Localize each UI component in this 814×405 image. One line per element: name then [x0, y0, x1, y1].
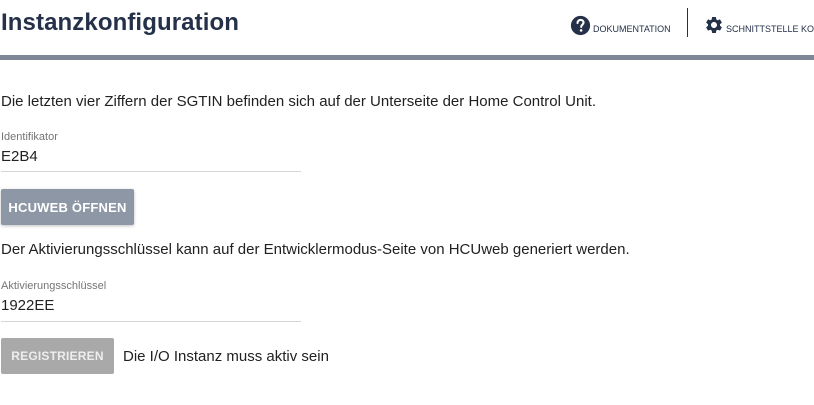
activation-key-label: Aktivierungsschlüssel — [1, 280, 107, 292]
help-circle-icon — [570, 15, 591, 35]
documentation-label: DOKUMENTATION — [593, 24, 671, 34]
sgtin-info-text: Die letzten vier Ziffern der SGTIN befin… — [1, 93, 596, 110]
activation-key-input[interactable]: 1922EE — [1, 297, 301, 315]
activation-info-text: Der Aktivierungsschlüssel kann auf der E… — [1, 241, 630, 258]
identifier-label: Identifikator — [1, 131, 58, 143]
activation-key-underline — [1, 321, 301, 322]
page-title: Instanzkonfiguration — [1, 9, 239, 36]
header-divider — [687, 8, 688, 37]
identifier-input[interactable]: E2B4 — [1, 148, 301, 166]
interface-config-label: SCHNITTSTELLE KO — [726, 24, 814, 34]
app-header: Instanzkonfiguration DOKUMENTATION SCHNI… — [0, 0, 814, 55]
open-hcuweb-button[interactable]: HCUWEB ÖFFNEN — [1, 189, 134, 225]
identifier-field[interactable]: Identifikator E2B4 — [1, 131, 301, 172]
register-hint-text: Die I/O Instanz muss aktiv sein — [123, 348, 329, 365]
documentation-button[interactable]: DOKUMENTATION — [570, 10, 671, 40]
gear-icon — [706, 16, 722, 33]
activation-key-field[interactable]: Aktivierungsschlüssel 1922EE — [1, 280, 301, 322]
register-button[interactable]: REGISTRIEREN — [1, 338, 114, 374]
interface-config-button[interactable]: SCHNITTSTELLE KO — [704, 10, 814, 40]
header-underline — [0, 55, 814, 60]
identifier-underline — [1, 171, 301, 172]
